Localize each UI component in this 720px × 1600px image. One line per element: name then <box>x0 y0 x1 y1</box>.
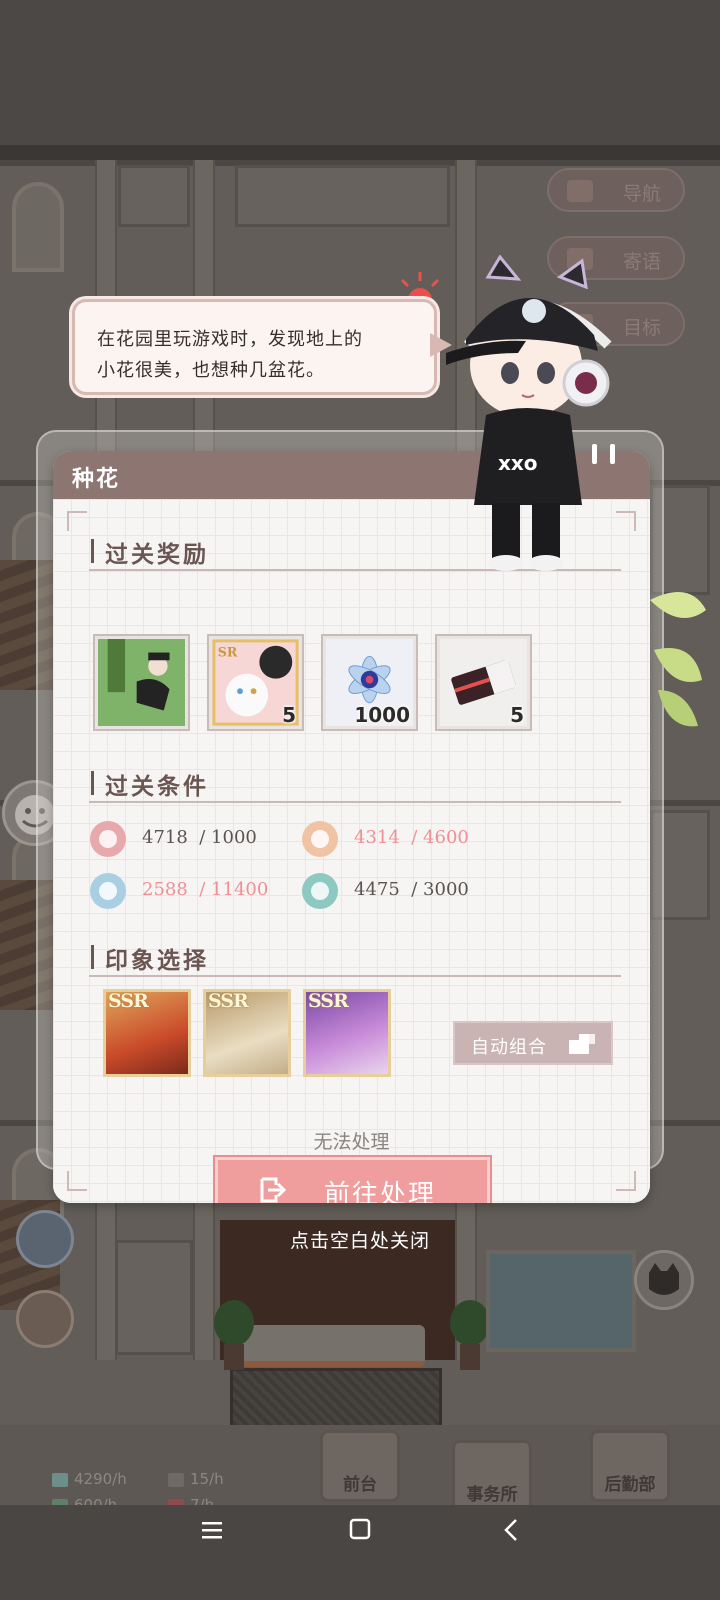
resource-value: 15/h <box>190 1470 224 1488</box>
condition-value: 4314 / 4600 <box>354 827 469 848</box>
reward-count: 1000 <box>354 703 410 727</box>
lobby-rug <box>230 1368 442 1428</box>
ssr-card-slot[interactable]: SSR <box>303 989 391 1077</box>
go-process-label: 前往处理 <box>324 1180 437 1203</box>
cat-icon <box>649 1263 679 1295</box>
potted-plant <box>212 1300 256 1370</box>
section-divider <box>89 975 621 977</box>
leaf-decoration-icon <box>650 592 706 727</box>
scene-sky <box>0 0 720 145</box>
reward-item[interactable]: 1000 <box>321 634 418 731</box>
character-outfit-icon <box>98 639 185 726</box>
ssr-card-slot[interactable]: SSR <box>203 989 291 1077</box>
dialog-title: 种花 <box>72 466 121 492</box>
condition-affinity: 4314 / 4600 <box>302 821 542 857</box>
stat-charm-icon <box>90 821 126 857</box>
stat-person-icon <box>302 821 338 857</box>
condition-charm: 4718 / 1000 <box>90 821 330 857</box>
stat-flower-icon <box>302 873 338 909</box>
grid-combine-icon <box>569 1034 595 1054</box>
arched-window <box>12 182 64 272</box>
nav-label: 事务所 <box>466 1485 518 1505</box>
frame-corner <box>67 1171 87 1191</box>
wall-panel <box>118 165 190 227</box>
recent-apps-icon[interactable] <box>192 1516 232 1544</box>
enter-arrow-icon <box>260 1177 287 1203</box>
reception-desk <box>240 1325 425 1367</box>
black-cat-button[interactable] <box>634 1250 694 1310</box>
speech-line: 在花园里玩游戏时，发现地上的 <box>97 329 363 350</box>
section-divider <box>89 801 621 803</box>
nav-label: 后勤部 <box>604 1475 656 1495</box>
conditions-heading: 过关条件 <box>91 767 209 801</box>
nav-label: 前台 <box>343 1475 377 1495</box>
goal-label: 目标 <box>622 317 661 339</box>
chibi-character: xxo <box>446 255 612 571</box>
tap-to-close-hint[interactable]: 点击空白处关闭 <box>0 1226 720 1253</box>
ssr-tag: SSR <box>308 990 349 1012</box>
message-label: 寄语 <box>622 251 661 273</box>
speech-line: 小花很美，也想种几盆花。 <box>97 360 325 381</box>
navigation-label: 导航 <box>622 183 661 205</box>
ssr-tag: SSR <box>108 990 149 1012</box>
condition-value: 2588 / 11400 <box>142 879 269 900</box>
quote-mark-icon <box>592 444 615 464</box>
svg-text:SR: SR <box>218 644 238 659</box>
reward-item[interactable]: SR 5 <box>207 634 304 731</box>
character-avatar-button[interactable] <box>16 1290 74 1348</box>
condition-value: 4718 / 1000 <box>142 827 257 848</box>
rewards-heading: 过关奖励 <box>91 535 209 569</box>
frame-corner <box>616 1171 636 1191</box>
nav-front-desk[interactable]: 前台 <box>320 1430 400 1502</box>
ssr-tag: SSR <box>208 990 249 1012</box>
speech-bubble: 在花园里玩游戏时，发现地上的 小花很美，也想种几盆花。 <box>72 299 437 395</box>
reward-count: 5 <box>510 703 524 727</box>
stat-graduation-icon <box>90 873 126 909</box>
glass-room <box>486 1250 636 1352</box>
speech-text: 在花园里玩游戏时，发现地上的 小花很美，也想种几盆花。 <box>97 324 363 386</box>
back-icon[interactable] <box>492 1516 532 1544</box>
go-process-button[interactable]: 前往处理 <box>215 1157 490 1203</box>
svg-text:xxo: xxo <box>498 451 538 475</box>
nav-logistics[interactable]: 后勤部 <box>590 1430 670 1502</box>
reward-item[interactable]: 5 <box>435 634 532 731</box>
cannot-process-text: 无法处理 <box>313 1131 390 1153</box>
map-icon <box>567 180 593 202</box>
auto-combine-button[interactable]: 自动组合 <box>453 1021 613 1065</box>
condition-flower: 4475 / 3000 <box>302 873 542 909</box>
impression-heading: 印象选择 <box>91 941 209 975</box>
resource-film: 15/h <box>168 1470 224 1488</box>
elevator-door <box>115 1240 193 1355</box>
navigation-button[interactable]: 导航 <box>547 168 685 212</box>
ssr-card-slot[interactable]: SSR <box>103 989 191 1077</box>
resource-money: 4290/h <box>52 1470 127 1488</box>
money-icon <box>52 1472 68 1487</box>
condition-value: 4475 / 3000 <box>354 879 469 900</box>
dialog-body: 过关奖励 SR 5 1000 5 过关条件 4718 / 1000 4314 /… <box>53 499 650 1203</box>
home-icon[interactable] <box>340 1516 380 1544</box>
reward-item[interactable] <box>93 634 190 731</box>
wall-panel <box>235 165 450 227</box>
camera-icon <box>168 1472 184 1487</box>
nav-office[interactable]: 事务所 <box>452 1440 532 1512</box>
resource-value: 4290/h <box>74 1470 127 1488</box>
auto-combine-label: 自动组合 <box>471 1037 547 1058</box>
condition-knowledge: 2588 / 11400 <box>90 873 330 909</box>
reward-count: 5 <box>282 703 296 727</box>
frame-corner <box>67 511 87 531</box>
